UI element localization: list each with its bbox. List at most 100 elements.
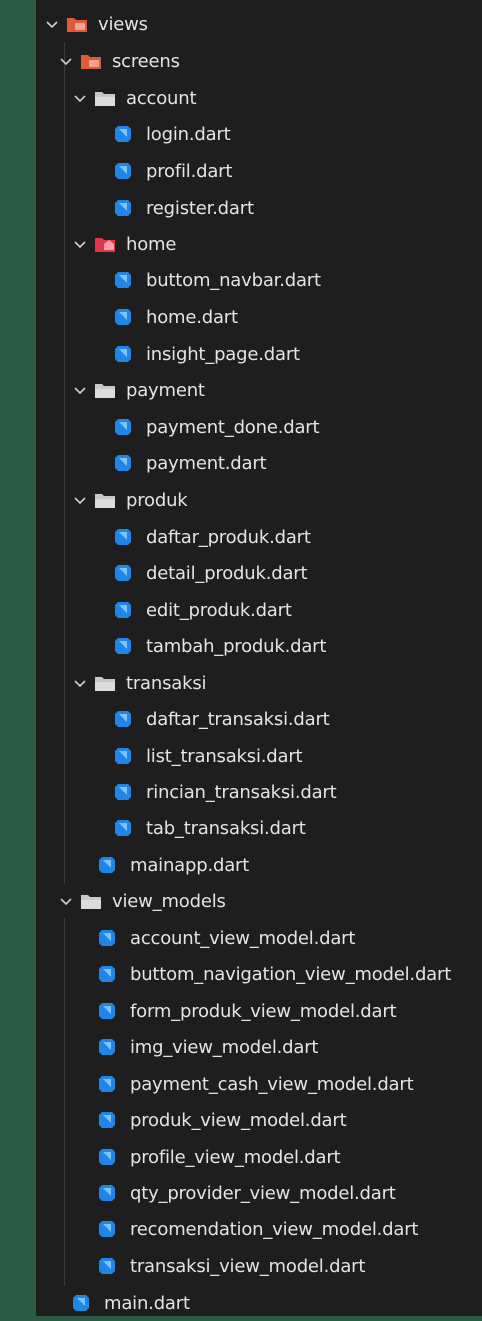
- file-item[interactable]: login.dart: [36, 116, 482, 152]
- folder-open-icon: [95, 92, 115, 106]
- folder-produk[interactable]: produk: [36, 482, 482, 518]
- file-label: main.dart: [104, 1292, 190, 1314]
- file-item[interactable]: transaksi_view_model.dart: [36, 1248, 482, 1284]
- file-label: qty_provider_view_model.dart: [130, 1182, 396, 1204]
- dart-file-icon: [99, 1258, 115, 1274]
- dart-file-icon: [115, 455, 131, 471]
- file-label: home.dart: [146, 306, 238, 328]
- file-label: tab_transaksi.dart: [146, 817, 306, 839]
- chevron-down-icon: [74, 95, 86, 103]
- dart-file-icon: [99, 1003, 115, 1019]
- folder-label: produk: [126, 489, 188, 511]
- folder-label: views: [98, 13, 148, 35]
- file-item[interactable]: mainapp.dart: [36, 847, 482, 883]
- file-item[interactable]: buttom_navbar.dart: [36, 262, 482, 298]
- chevron-down-icon: [74, 387, 86, 395]
- folder-views[interactable]: views: [36, 6, 482, 42]
- file-item[interactable]: recomendation_view_model.dart: [36, 1211, 482, 1247]
- file-item[interactable]: qty_provider_view_model.dart: [36, 1175, 482, 1211]
- file-label: insight_page.dart: [146, 343, 300, 365]
- file-label: img_view_model.dart: [130, 1036, 319, 1058]
- file-item[interactable]: form_produk_view_model.dart: [36, 993, 482, 1029]
- dart-file-icon: [99, 966, 115, 982]
- chevron-down-icon: [74, 680, 86, 688]
- folder-views-icon: [67, 18, 87, 32]
- dart-file-icon: [99, 1221, 115, 1237]
- file-label: recomendation_view_model.dart: [130, 1218, 419, 1240]
- file-label: profile_view_model.dart: [130, 1146, 341, 1168]
- dart-file-icon: [99, 857, 115, 873]
- file-label: payment.dart: [146, 452, 267, 474]
- file-item[interactable]: insight_page.dart: [36, 336, 482, 372]
- dart-file-icon: [115, 784, 131, 800]
- folder-account[interactable]: account: [36, 80, 482, 116]
- dart-file-icon: [115, 346, 131, 362]
- file-item[interactable]: buttom_navigation_view_model.dart: [36, 956, 482, 992]
- file-label: profil.dart: [146, 160, 233, 182]
- file-item[interactable]: rincian_transaksi.dart: [36, 774, 482, 810]
- file-item[interactable]: edit_produk.dart: [36, 592, 482, 628]
- file-item[interactable]: payment_cash_view_model.dart: [36, 1066, 482, 1102]
- file-label: produk_view_model.dart: [130, 1109, 347, 1131]
- file-item[interactable]: produk_view_model.dart: [36, 1102, 482, 1138]
- dart-file-icon: [99, 1112, 115, 1128]
- file-item[interactable]: profile_view_model.dart: [36, 1139, 482, 1175]
- file-label: tambah_produk.dart: [146, 635, 327, 657]
- folder-transaksi[interactable]: transaksi: [36, 665, 482, 701]
- dart-file-icon: [99, 1149, 115, 1165]
- dart-file-icon: [115, 711, 131, 727]
- file-label: payment_cash_view_model.dart: [130, 1073, 414, 1095]
- file-item[interactable]: img_view_model.dart: [36, 1029, 482, 1065]
- dart-file-icon: [99, 930, 115, 946]
- dart-file-icon: [99, 1185, 115, 1201]
- folder-view-models[interactable]: view_models: [36, 883, 482, 919]
- folder-label: transaksi: [126, 672, 207, 694]
- dart-file-icon: [99, 1076, 115, 1092]
- chevron-down-icon: [60, 58, 72, 66]
- file-item[interactable]: payment.dart: [36, 445, 482, 481]
- folder-open-icon: [95, 494, 115, 508]
- folder-screens[interactable]: screens: [36, 43, 482, 79]
- file-item[interactable]: tab_transaksi.dart: [36, 810, 482, 846]
- file-item[interactable]: profil.dart: [36, 153, 482, 189]
- folder-home[interactable]: home: [36, 226, 482, 262]
- file-label: account_view_model.dart: [130, 927, 356, 949]
- dart-file-icon: [115, 602, 131, 618]
- folder-open-icon: [95, 384, 115, 398]
- chevron-down-icon: [46, 21, 58, 29]
- file-item[interactable]: account_view_model.dart: [36, 920, 482, 956]
- folder-label: screens: [112, 50, 180, 72]
- dart-file-icon: [115, 820, 131, 836]
- file-label: login.dart: [146, 123, 231, 145]
- file-item[interactable]: payment_done.dart: [36, 409, 482, 445]
- file-item[interactable]: detail_produk.dart: [36, 555, 482, 591]
- file-label: buttom_navbar.dart: [146, 269, 321, 291]
- file-label: edit_produk.dart: [146, 599, 292, 621]
- dart-file-icon: [115, 638, 131, 654]
- file-label: list_transaksi.dart: [146, 745, 303, 767]
- file-label: detail_produk.dart: [146, 562, 308, 584]
- dart-file-icon: [115, 200, 131, 216]
- file-item[interactable]: home.dart: [36, 299, 482, 335]
- chevron-down-icon: [74, 497, 86, 505]
- folder-open-icon: [95, 677, 115, 691]
- folder-label: payment: [126, 379, 205, 401]
- folder-label: home: [126, 233, 177, 255]
- folder-payment[interactable]: payment: [36, 372, 482, 408]
- chevron-down-icon: [60, 898, 72, 906]
- file-label: transaksi_view_model.dart: [130, 1255, 366, 1277]
- file-label: buttom_navigation_view_model.dart: [130, 963, 452, 985]
- file-label: rincian_transaksi.dart: [146, 781, 337, 803]
- file-item[interactable]: list_transaksi.dart: [36, 738, 482, 774]
- folder-open-icon: [81, 895, 101, 909]
- dart-file-icon: [73, 1295, 89, 1311]
- file-label: form_produk_view_model.dart: [130, 1000, 397, 1022]
- dart-file-icon: [99, 1039, 115, 1055]
- dart-file-icon: [115, 126, 131, 142]
- file-item[interactable]: daftar_transaksi.dart: [36, 701, 482, 737]
- file-item[interactable]: daftar_produk.dart: [36, 519, 482, 555]
- dart-file-icon: [115, 272, 131, 288]
- dart-file-icon: [115, 419, 131, 435]
- file-item[interactable]: register.dart: [36, 190, 482, 226]
- file-item[interactable]: tambah_produk.dart: [36, 628, 482, 664]
